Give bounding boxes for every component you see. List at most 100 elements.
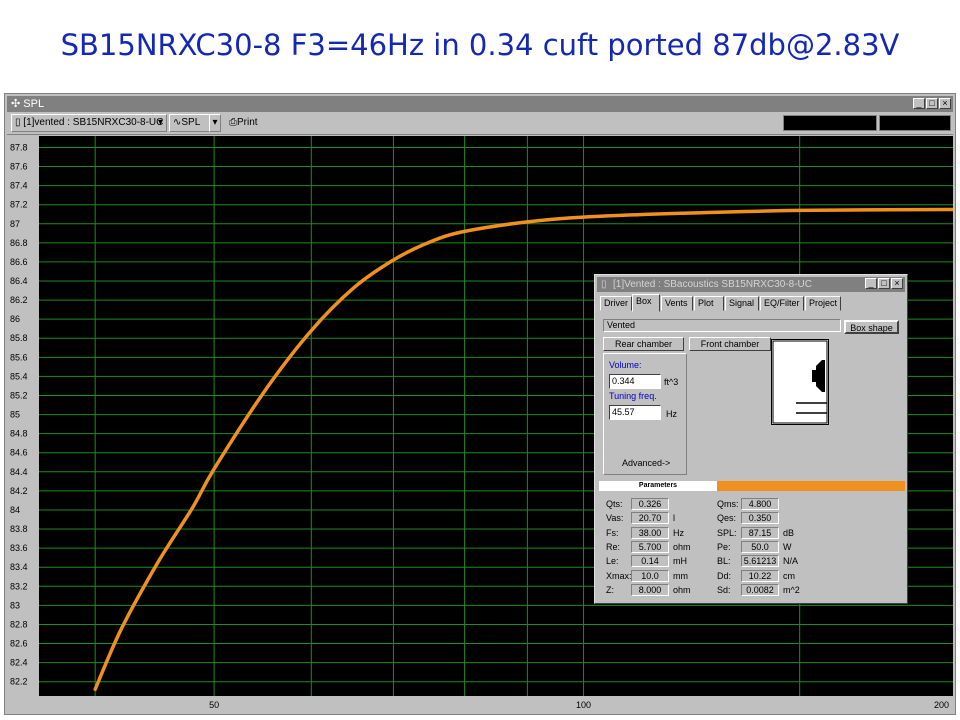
y-tick-label: 83.6 [10,543,28,553]
chevron-down-icon: ▾ [157,117,163,128]
y-tick-label: 85.8 [10,333,28,343]
tab-project[interactable]: Project [805,296,841,311]
y-tick-label: 86.2 [10,295,28,305]
volume-unit: ft^3 [664,377,679,387]
param-value: 20.70 [631,512,669,525]
tuning-unit: Hz [666,409,677,419]
param-value: 8.000 [631,583,669,596]
param-value: 10.0 [631,569,669,582]
volume-label: Volume: [609,360,642,370]
slide-title: SB15NRXC30-8 F3=46Hz in 0.34 cuft ported… [60,28,900,62]
y-tick-label: 83.2 [10,581,28,591]
y-tick-label: 82.2 [10,677,28,687]
param-name: Qes: [717,513,737,524]
print-label: Print [237,117,258,128]
param-value: 50.0 [741,540,779,553]
status-field-2 [879,115,951,131]
tab-plot[interactable]: Plot [694,296,724,311]
param-value: 87.15 [741,526,779,539]
y-tick-label: 85.6 [10,352,28,362]
y-tick-label: 86 [10,314,20,324]
y-tick-label: 87.2 [10,200,28,210]
box-diagram [771,339,829,425]
y-tick-label: 84 [10,505,20,515]
tab-box[interactable]: Box [632,294,660,312]
rear-chamber-button[interactable]: Rear chamber [603,337,684,351]
maximize-icon[interactable]: □ [878,278,890,289]
close-icon[interactable]: × [891,278,903,289]
box-type-field: Vented [603,319,841,332]
y-tick-label: 86.6 [10,257,28,267]
chevron-down-icon: ▾ [212,117,218,128]
y-tick-label: 83 [10,600,20,610]
enclosure-diagram-icon [772,340,828,424]
tuning-input[interactable]: 45.57 [609,405,661,420]
tab-eq-filter[interactable]: EQ/Filter [760,296,804,311]
driver-select[interactable]: ▯ [1]vented : SB15NRXC30-8-UC ▾ [11,114,167,132]
param-value: 0.326 [631,498,669,510]
param-name: Re: [606,541,621,552]
param-name: Z: [606,584,614,595]
param-value: 0.0082 [741,583,779,596]
y-tick-label: 85 [10,410,20,420]
param-value: 0.14 [631,555,669,568]
y-tick-label: 83.8 [10,524,28,534]
plot-select-label: SPL [181,117,201,128]
window-title: ✣ SPL [11,98,45,110]
y-tick-label: 84.2 [10,486,28,496]
advanced-link[interactable]: Advanced-> [622,458,670,469]
front-chamber-button[interactable]: Front chamber [689,337,771,351]
x-axis-panel [7,696,953,712]
chamber-panel: Volume: 0.344 ft^3 Tuning freq. 45.57 Hz… [603,353,687,475]
param-name: Fs: [606,527,619,538]
minimize-icon[interactable]: _ [865,278,877,289]
param-name: Qms: [717,499,739,509]
y-tick-label: 82.8 [10,619,28,629]
tab-signal[interactable]: Signal [725,296,759,311]
y-tick-label: 85.2 [10,390,28,400]
tab-driver[interactable]: Driver [600,296,632,311]
status-field-1 [783,115,877,131]
print-button[interactable]: ⎙Print [225,114,265,132]
param-unit: N/A [783,556,799,567]
y-tick-label: 84.6 [10,448,28,458]
minimize-icon[interactable]: _ [913,98,925,109]
tab-vents[interactable]: Vents [661,296,693,311]
toolbar: ▯ [1]vented : SB15NRXC30-8-UC ▾ ∿SPL ▾ ⎙… [7,113,953,135]
param-unit: m^2 [783,584,800,595]
y-tick-label: 87.8 [10,142,28,152]
param-unit: mm [673,570,688,581]
document-icon: ▯ [601,279,607,290]
dialog-title: [1]Vented : SBacoustics SB15NRXC30-8-UC [613,279,812,290]
dialog-titlebar[interactable]: ▯ [1]Vented : SBacoustics SB15NRXC30-8-U… [597,277,905,292]
y-tick-label: 87.6 [10,162,28,172]
param-unit: W [783,541,792,552]
param-unit: ohm [673,541,691,552]
param-name: Vas: [606,513,624,524]
y-tick-label: 82.4 [10,658,28,668]
volume-input[interactable]: 0.344 [609,374,661,389]
box-shape-button[interactable]: Box shape [844,320,899,334]
param-name: Xmax: [606,570,632,581]
y-tick-label: 86.4 [10,276,28,286]
param-value: 5.61213 [741,555,779,568]
x-tick-label: 50 [209,700,219,710]
param-name: Qts: [606,499,623,509]
maximize-icon[interactable]: □ [926,98,938,109]
param-value: 10.22 [741,569,779,582]
param-value: 0.350 [741,512,779,525]
window-titlebar[interactable]: ✣ SPL _ □ × [7,96,953,112]
param-name: SPL: [717,527,737,538]
y-tick-label: 83.4 [10,562,28,572]
y-tick-label: 85.4 [10,371,28,381]
param-unit: dB [783,527,795,538]
close-icon[interactable]: × [939,98,951,109]
plot-select-dropdown[interactable]: ▾ [209,114,221,132]
x-tick-label: 100 [576,700,591,710]
param-value: 4.800 [741,498,779,510]
param-name: Pe: [717,541,731,552]
param-unit: Hz [673,527,684,538]
y-tick-label: 87 [10,219,20,229]
param-name: BL: [717,556,731,567]
y-tick-label: 84.4 [10,467,28,477]
